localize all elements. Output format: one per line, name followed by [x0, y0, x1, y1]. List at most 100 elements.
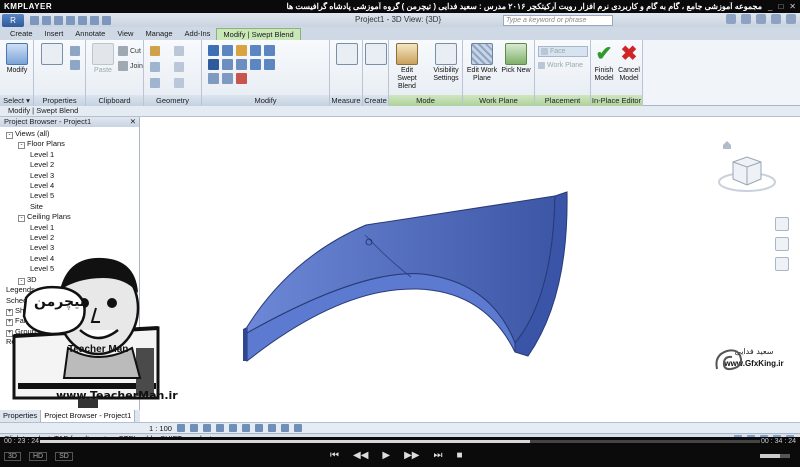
- cope-icon[interactable]: [150, 46, 160, 56]
- tab-create[interactable]: Create: [4, 28, 39, 40]
- redo-icon[interactable]: [66, 15, 75, 25]
- subscription-icon[interactable]: [726, 14, 736, 24]
- pan-icon[interactable]: [775, 257, 789, 271]
- crop-view-icon[interactable]: [241, 424, 250, 432]
- array-icon[interactable]: [264, 59, 275, 70]
- tab-manage[interactable]: Manage: [139, 28, 178, 40]
- copy-icon[interactable]: [222, 59, 233, 70]
- undo-icon[interactable]: [54, 15, 63, 25]
- hd-button[interactable]: HD: [28, 452, 48, 461]
- zoom-icon[interactable]: [775, 237, 789, 251]
- visibility-settings-button[interactable]: Visibility Settings: [429, 43, 463, 83]
- scale-icon[interactable]: [208, 73, 219, 84]
- rotate-icon[interactable]: [236, 59, 247, 70]
- cut-button[interactable]: Cut: [118, 46, 141, 56]
- minimize-icon[interactable]: _: [768, 2, 772, 11]
- move-icon[interactable]: [208, 59, 219, 70]
- browser-tree-item[interactable]: - Views (all): [0, 129, 139, 139]
- browser-tree-item[interactable]: - Ceiling Plans: [0, 212, 139, 223]
- fast-forward-icon[interactable]: ▶▶: [404, 450, 419, 461]
- shadows-icon[interactable]: [215, 424, 224, 432]
- lock-3d-view-icon[interactable]: [267, 424, 276, 432]
- viewcube[interactable]: [718, 156, 776, 192]
- open-icon[interactable]: [30, 15, 39, 25]
- browser-tree-item[interactable]: Level 5: [0, 191, 139, 201]
- visual-style-icon[interactable]: [189, 424, 198, 432]
- swept-blend-model[interactable]: [141, 117, 800, 422]
- select-dropdown[interactable]: Select ▾: [0, 95, 33, 106]
- unjoin-icon[interactable]: [174, 62, 184, 72]
- pin-icon[interactable]: [222, 73, 233, 84]
- browser-tree-item[interactable]: Level 4: [0, 181, 139, 191]
- print-icon[interactable]: [78, 15, 87, 25]
- close-icon[interactable]: [786, 14, 796, 24]
- browser-tree-item[interactable]: Level 3: [0, 171, 139, 181]
- paste-button[interactable]: Paste: [88, 43, 118, 75]
- join-button[interactable]: Join: [118, 61, 143, 71]
- 3d-mode-button[interactable]: 3D: [4, 452, 21, 461]
- restore-icon[interactable]: [771, 14, 781, 24]
- browser-tree-item[interactable]: - Floor Plans: [0, 139, 139, 150]
- scale-selector[interactable]: 1 : 100: [149, 424, 172, 433]
- align-icon[interactable]: [208, 45, 219, 56]
- tab-view[interactable]: View: [111, 28, 139, 40]
- next-icon[interactable]: ⏭: [433, 450, 442, 461]
- face-button[interactable]: Face: [538, 46, 588, 57]
- edit-swept-blend-button[interactable]: Edit Swept Blend: [392, 43, 422, 91]
- volume-slider[interactable]: [760, 454, 790, 458]
- detail-level-icon[interactable]: [176, 424, 185, 432]
- close-icon[interactable]: ✕: [130, 117, 136, 127]
- measure-button[interactable]: [332, 43, 362, 67]
- tab-add-ins[interactable]: Add-Ins: [179, 28, 217, 40]
- finish-model-button[interactable]: ✔ Finish Model: [591, 43, 617, 83]
- properties-button[interactable]: [37, 43, 67, 67]
- reveal-hidden-icon[interactable]: [293, 424, 302, 432]
- measure-icon[interactable]: [90, 15, 99, 25]
- browser-tree-item[interactable]: Site: [0, 202, 139, 212]
- collapse-icon[interactable]: -: [6, 132, 13, 139]
- browser-tree-item[interactable]: Level 1: [0, 223, 139, 233]
- 3d-view-icon[interactable]: [102, 15, 111, 25]
- work-plane-placement-button[interactable]: Work Plane: [538, 62, 583, 69]
- close-icon[interactable]: ✕: [789, 2, 796, 11]
- split-face-icon[interactable]: [150, 78, 160, 88]
- trim-extend-icon[interactable]: [250, 45, 261, 56]
- browser-tree-item[interactable]: Level 1: [0, 150, 139, 160]
- save-icon[interactable]: [42, 15, 51, 25]
- family-types-icon[interactable]: [70, 60, 80, 70]
- stop-icon[interactable]: ■: [456, 450, 462, 461]
- browser-tree-item[interactable]: Level 2: [0, 233, 139, 243]
- previous-icon[interactable]: ⏮: [330, 450, 339, 461]
- delete-icon[interactable]: [236, 73, 247, 84]
- maximize-icon[interactable]: □: [778, 2, 783, 11]
- sd-button[interactable]: SD: [55, 452, 73, 461]
- paint-icon[interactable]: [174, 78, 184, 88]
- split-icon[interactable]: [264, 45, 275, 56]
- browser-tree-item[interactable]: Level 2: [0, 160, 139, 170]
- seek-bar[interactable]: [40, 440, 760, 443]
- minimize-icon[interactable]: [756, 14, 766, 24]
- collapse-icon[interactable]: -: [18, 142, 25, 150]
- render-icon[interactable]: [228, 424, 237, 432]
- edit-work-plane-button[interactable]: Edit Work Plane: [465, 43, 499, 83]
- player-logo[interactable]: KMPLAYER: [0, 2, 60, 11]
- application-menu-button[interactable]: R: [2, 13, 24, 27]
- steering-wheel-icon[interactable]: [775, 217, 789, 231]
- rewind-icon[interactable]: ◀◀: [353, 450, 368, 461]
- 3d-view-canvas[interactable]: سعید فدایی www.GfxKing.ir: [141, 117, 800, 422]
- play-icon[interactable]: ▶: [382, 450, 390, 461]
- offset-icon[interactable]: [222, 45, 233, 56]
- tab-insert[interactable]: Insert: [39, 28, 70, 40]
- search-input[interactable]: Type a keyword or phrase: [503, 15, 613, 26]
- mirror-axis-icon[interactable]: [236, 45, 247, 56]
- help-icon[interactable]: [741, 14, 751, 24]
- trim-icon[interactable]: [250, 59, 261, 70]
- cancel-model-button[interactable]: ✖ Cancel Model: [616, 43, 642, 83]
- type-properties-icon[interactable]: [70, 46, 80, 56]
- home-icon[interactable]: [723, 141, 731, 149]
- create-similar-button[interactable]: [361, 43, 391, 67]
- join-geometry-icon[interactable]: [174, 46, 184, 56]
- cut-geometry-icon[interactable]: [150, 62, 160, 72]
- pick-new-button[interactable]: Pick New: [501, 43, 531, 75]
- show-crop-icon[interactable]: [254, 424, 263, 432]
